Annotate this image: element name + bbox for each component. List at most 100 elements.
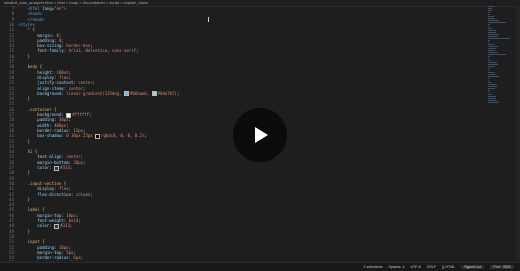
minimap-line bbox=[488, 50, 495, 51]
minimap-line bbox=[488, 90, 490, 91]
minimap-line bbox=[488, 58, 489, 59]
minimap-line bbox=[488, 72, 495, 73]
minimap-line bbox=[488, 46, 498, 47]
minimap-line bbox=[488, 40, 490, 41]
minimap-line bbox=[488, 64, 498, 65]
status-eol[interactable]: CRLF bbox=[427, 265, 436, 269]
code-text: display: flex; bbox=[18, 75, 71, 80]
minimap-line bbox=[488, 38, 510, 39]
minimap-line bbox=[488, 24, 490, 25]
vertical-scrollbar[interactable] bbox=[516, 6, 520, 261]
minimap-line bbox=[488, 94, 492, 95]
code-text: input { bbox=[18, 239, 45, 244]
code-text: text-align: center; bbox=[18, 154, 83, 159]
code-text: <head> bbox=[18, 11, 42, 16]
status-signed-out[interactable]: Signed out bbox=[461, 265, 484, 269]
play-icon bbox=[249, 124, 271, 146]
code-line[interactable]: 55 border: 1px solid #ccc; bbox=[0, 260, 490, 261]
minimap-line bbox=[488, 52, 498, 53]
minimap-line bbox=[488, 102, 499, 103]
minimap-line bbox=[488, 74, 496, 75]
minimap-line bbox=[488, 86, 497, 87]
code-text: color: #333; bbox=[18, 165, 72, 170]
minimap-line bbox=[488, 48, 496, 49]
code-text: margin-top: 5px; bbox=[18, 250, 76, 255]
minimap-line bbox=[488, 88, 495, 89]
code-text: } bbox=[18, 139, 30, 144]
minimap-line bbox=[488, 76, 499, 77]
line-number: 55 bbox=[0, 260, 14, 261]
minimap-line bbox=[488, 14, 490, 15]
code-text: display: flex; bbox=[18, 186, 71, 191]
minimap-line bbox=[488, 22, 506, 23]
code-text: } bbox=[18, 54, 30, 59]
code-text: background: linear-gradient(135deg, #66b… bbox=[18, 91, 179, 96]
play-button[interactable] bbox=[233, 108, 287, 162]
minimap-line bbox=[488, 82, 492, 83]
minimap-line bbox=[488, 42, 489, 43]
minimap-line bbox=[488, 32, 496, 33]
code-text: justify-content: center; bbox=[18, 80, 95, 85]
code-text: border-radius: 6px; bbox=[18, 255, 83, 260]
minimap-line bbox=[488, 70, 489, 71]
code-text: <style> bbox=[18, 22, 35, 27]
code-text: padding: 10px; bbox=[18, 245, 71, 250]
code-text: box-shadow: 0 10px 25px rgba(0, 0, 0, 0.… bbox=[18, 133, 147, 138]
minimap-line bbox=[488, 10, 492, 11]
code-text: color: #333; bbox=[18, 223, 72, 228]
minimap-line bbox=[488, 68, 490, 69]
minimap-line bbox=[488, 28, 492, 29]
minimap-line bbox=[488, 26, 489, 27]
minimap-line bbox=[488, 62, 497, 63]
code-text: body { bbox=[18, 64, 42, 69]
code-text: margin-bottom: 20px; bbox=[18, 160, 85, 165]
minimap-line bbox=[488, 30, 496, 31]
code-text: } bbox=[18, 229, 30, 234]
code-text: h1 { bbox=[18, 149, 37, 154]
code-text: } bbox=[18, 197, 30, 202]
code-text: label { bbox=[18, 207, 45, 212]
text-cursor bbox=[208, 17, 209, 22]
status-spaces[interactable]: Spaces: 4 bbox=[388, 265, 404, 269]
minimap-line bbox=[488, 60, 491, 61]
minimap-line bbox=[488, 98, 496, 99]
minimap-line bbox=[488, 44, 494, 45]
minimap-line bbox=[488, 56, 490, 57]
code-text: } bbox=[18, 96, 30, 101]
code-text: * { bbox=[18, 27, 35, 32]
code-text: padding: 30px; bbox=[18, 117, 71, 122]
status-language[interactable]: {} HTML bbox=[442, 265, 455, 269]
minimap[interactable] bbox=[486, 6, 516, 126]
status-port[interactable]: Port : 5500 bbox=[490, 265, 514, 269]
minimap-line bbox=[488, 66, 495, 67]
status-encoding[interactable]: UTF-8 bbox=[410, 265, 420, 269]
breadcrumb-path[interactable]: student_loan_analyzer.html > html > body… bbox=[0, 0, 148, 5]
code-text: <html lang="en"> bbox=[18, 6, 66, 11]
minimap-line bbox=[488, 20, 499, 21]
minimap-line bbox=[488, 8, 492, 9]
minimap-line bbox=[488, 34, 499, 35]
code-text: align-items: center; bbox=[18, 86, 85, 91]
minimap-line bbox=[488, 16, 494, 17]
code-text: padding: 0; bbox=[18, 38, 64, 43]
code-text: } bbox=[18, 170, 30, 175]
code-text: margin: 0; bbox=[18, 33, 61, 38]
minimap-line bbox=[488, 100, 497, 101]
code-text: .container { bbox=[18, 107, 57, 112]
minimap-line bbox=[488, 54, 506, 55]
minimap-line bbox=[488, 96, 496, 97]
minimap-line bbox=[488, 92, 489, 93]
code-text: margin-top: 10px; bbox=[18, 213, 78, 218]
status-selections[interactable]: 2 selections bbox=[363, 265, 382, 269]
code-text: flex-direction: column; bbox=[18, 192, 93, 197]
minimap-line bbox=[488, 12, 490, 13]
minimap-line bbox=[488, 6, 495, 7]
minimap-line bbox=[488, 84, 497, 85]
code-text: width: 400px; bbox=[18, 123, 69, 128]
code-text: background: #ffffff; bbox=[18, 112, 91, 117]
code-text: border: 1px solid #ccc; bbox=[18, 260, 99, 261]
code-text: border-radius: 12px; bbox=[18, 128, 85, 133]
code-text: .input-section { bbox=[18, 181, 66, 186]
code-text: font-family: Arial, Helvetica, sans-seri… bbox=[18, 48, 138, 53]
minimap-line bbox=[488, 80, 489, 81]
